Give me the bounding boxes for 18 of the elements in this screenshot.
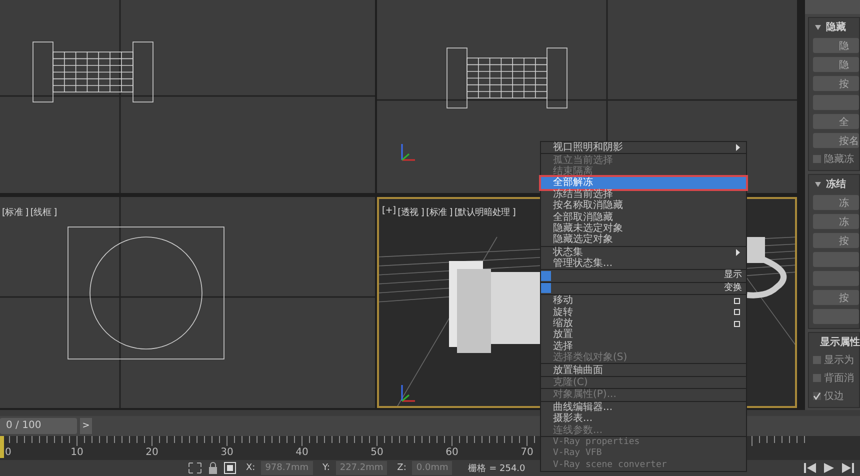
frame-number: 20 xyxy=(146,447,158,458)
frame-number: 50 xyxy=(370,447,384,458)
frame-number: 30 xyxy=(220,447,234,458)
grid-size-text: 栅格 = 254.0 xyxy=(468,462,526,474)
frame-number: 0 xyxy=(5,447,12,458)
frame-number: 70 xyxy=(520,447,534,458)
quad-title: 变换 xyxy=(724,282,742,294)
checkbox-label: 隐藏冻 xyxy=(824,152,854,166)
frame-number: 60 xyxy=(446,447,458,458)
checkbox-label: 显示为 xyxy=(824,354,854,367)
axis-label: Y: xyxy=(322,463,330,473)
axis-label: X: xyxy=(246,463,256,473)
quad-title: 显示 xyxy=(724,270,742,282)
checkbox-label: 仅边 xyxy=(824,390,844,403)
checkbox-label: 背面消 xyxy=(824,372,854,385)
frame-number: 10 xyxy=(70,447,84,458)
frame-number: 40 xyxy=(296,447,308,458)
axis-label: Z: xyxy=(397,463,406,473)
